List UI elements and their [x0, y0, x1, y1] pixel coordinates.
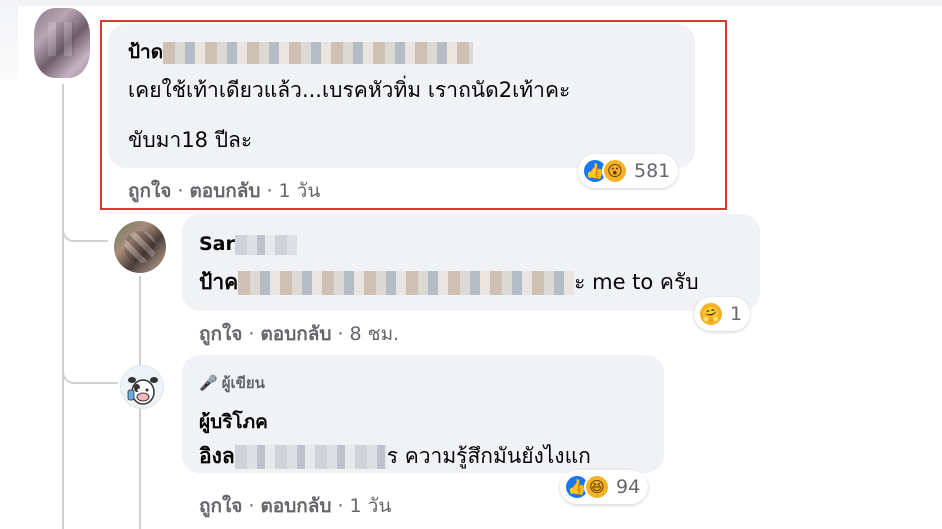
thread-connector-main-2 [62, 340, 118, 384]
reaction-summary[interactable]: 🤗 1 [694, 297, 751, 331]
comment-actions: ถูกใจ · ตอบกลับ · 8 ชม. [199, 323, 400, 345]
top-strip [0, 0, 942, 6]
care-icon: 🤗 [698, 301, 724, 327]
reply-button[interactable]: ตอบกลับ [260, 495, 331, 517]
reaction-summary[interactable]: 👍 😆 94 [560, 470, 649, 504]
reaction-count: 1 [730, 303, 743, 325]
thread-connector-reply-2 [139, 355, 141, 357]
comment-actions: ถูกใจ · ตอบกลับ · 1 วัน [199, 495, 392, 517]
comment-author-name[interactable]: Sar [199, 233, 297, 255]
avatar[interactable] [114, 221, 166, 273]
author-badge: 🎤 ผู้เขียน [199, 374, 265, 392]
haha-icon: 😆 [584, 474, 610, 500]
highlight-box [100, 20, 727, 210]
avatar[interactable] [120, 365, 164, 409]
comment-text: ป้าคะ me to ครับ [199, 270, 699, 295]
microphone-icon: 🎤 [199, 374, 218, 392]
redacted-name [234, 234, 297, 255]
comment-timestamp[interactable]: 1 วัน [350, 495, 392, 517]
left-edge-fade [0, 0, 18, 80]
reply-button[interactable]: ตอบกลับ [260, 323, 331, 345]
like-button[interactable]: ถูกใจ [199, 323, 242, 345]
cow-avatar-icon [127, 377, 158, 405]
avatar[interactable] [34, 8, 90, 78]
comment-text: อิงลร ความรู้สึกมันยังไงแก [199, 444, 591, 469]
redacted-text [234, 445, 387, 469]
redacted-text [238, 271, 575, 295]
thread-line-main [62, 84, 64, 529]
comment-author-name[interactable]: ผู้บริโภค [199, 407, 268, 437]
like-button[interactable]: ถูกใจ [199, 495, 242, 517]
reaction-count: 94 [616, 476, 641, 498]
comment-timestamp[interactable]: 8 ชม. [350, 323, 400, 345]
